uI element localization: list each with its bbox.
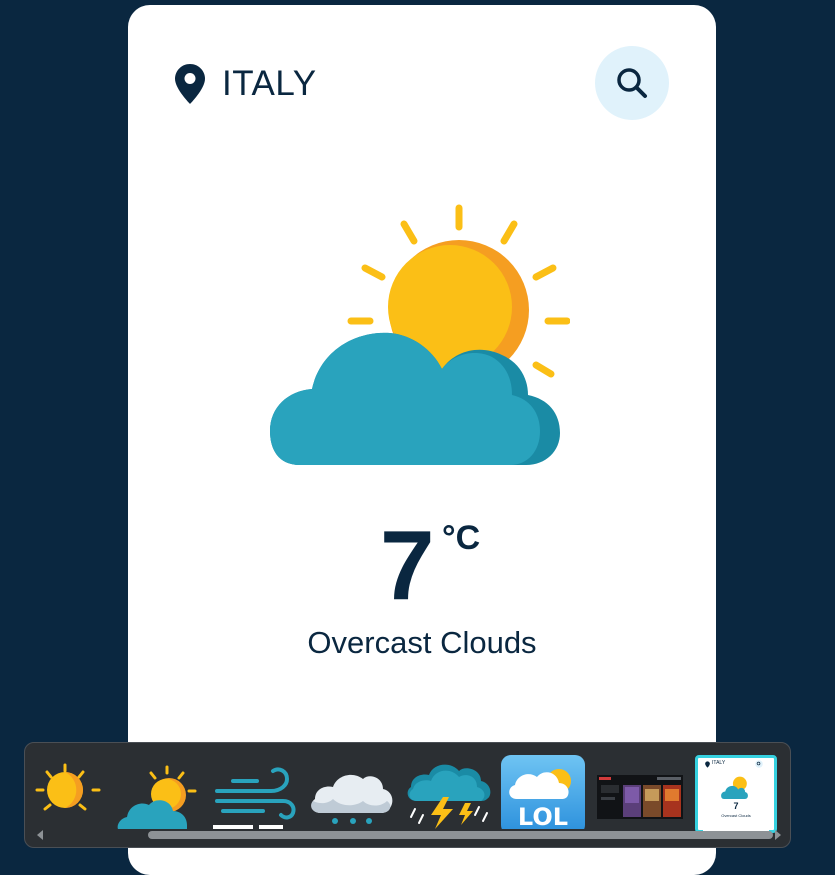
sun-thumbnail[interactable] (25, 755, 103, 829)
mini-temperature: 7 (733, 801, 739, 811)
mini-map-pin-icon (705, 761, 710, 768)
temperature-value: 7 (380, 510, 435, 620)
weather-app-screenshot-thumbnail[interactable]: ITALY 7 Overcast Clouds (695, 755, 777, 839)
horizontal-scrollbar[interactable] (33, 829, 782, 841)
partly-cloudy-thumbnail[interactable] (115, 755, 205, 829)
temperature-unit: °C (442, 519, 481, 557)
app-icon-thumbnail[interactable]: LOL (501, 755, 585, 829)
scrollbar-thumb[interactable] (148, 831, 773, 839)
wind-thumbnail[interactable] (213, 755, 299, 829)
location-name: ITALY (222, 64, 317, 103)
map-pin-icon (175, 64, 205, 104)
mini-weather-icon (721, 776, 748, 799)
sun-behind-cloud-icon (270, 204, 570, 465)
snow-cloud-thumbnail[interactable] (307, 755, 397, 829)
mini-search-icon (755, 760, 763, 768)
weather-description: Overcast Clouds (307, 625, 537, 660)
mini-screenshot: ITALY 7 Overcast Clouds (703, 759, 769, 839)
mini-location-name: ITALY (712, 760, 726, 766)
scroll-right-arrow-icon[interactable] (773, 829, 783, 841)
search-button[interactable] (595, 46, 669, 120)
search-icon (617, 68, 647, 98)
temperature-block: 7 °C (128, 515, 716, 615)
dark-app-screenshot-thumbnail[interactable] (597, 755, 685, 829)
thumbnail-strip: LOL ITALY 7 Overcast Clouds (24, 742, 791, 848)
thunderstorm-thumbnail[interactable] (403, 755, 495, 829)
app-icon-label: LOL (517, 803, 569, 831)
scroll-left-arrow-icon[interactable] (35, 829, 45, 841)
mini-description: Overcast Clouds (721, 813, 751, 818)
